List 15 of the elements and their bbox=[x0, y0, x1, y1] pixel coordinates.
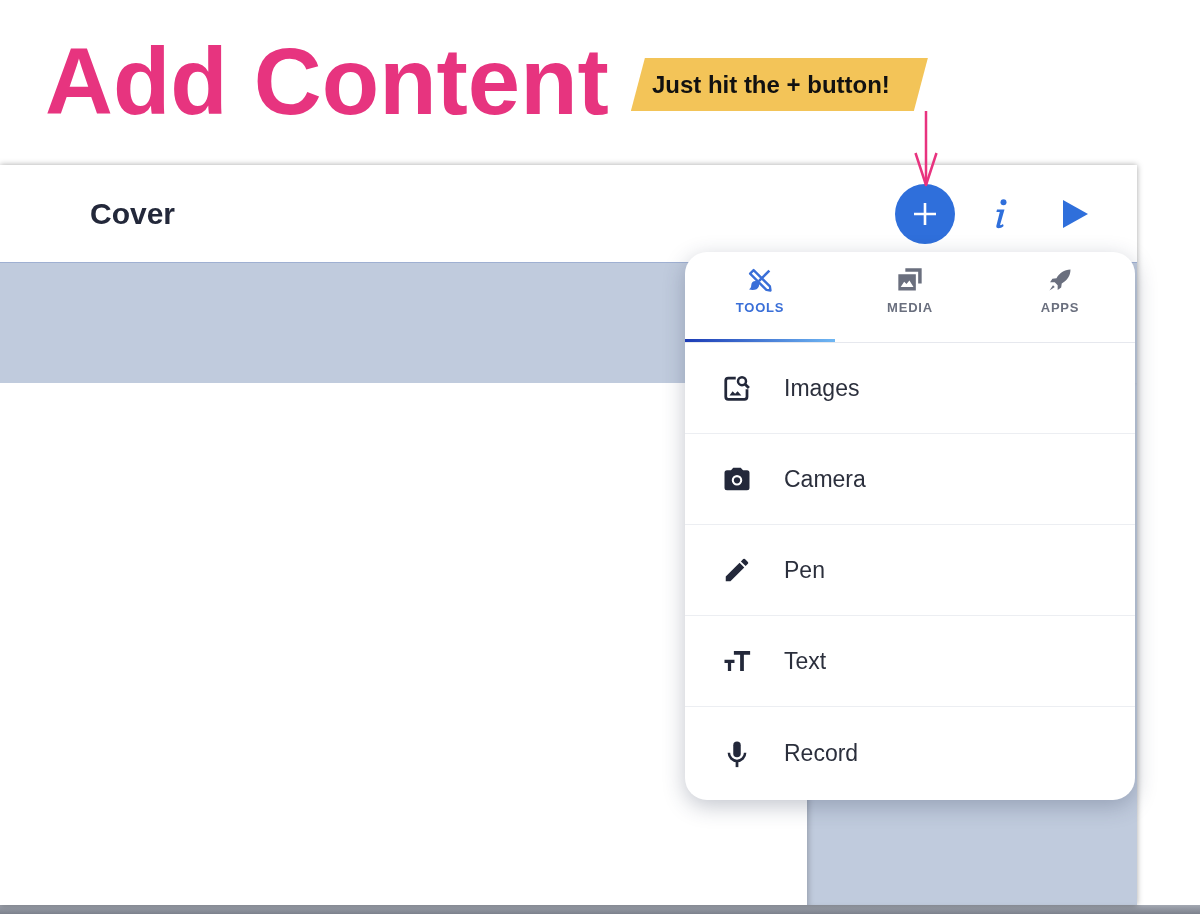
page-heading: Add Content bbox=[45, 35, 609, 129]
brush-pencil-icon bbox=[746, 266, 774, 294]
plus-icon bbox=[913, 201, 937, 226]
menu-item[interactable]: Images bbox=[685, 343, 1135, 434]
menu-item[interactable]: Text bbox=[685, 616, 1135, 707]
image-stack-icon bbox=[896, 266, 924, 294]
image-search-icon bbox=[722, 373, 752, 403]
callout-label: Just hit the + button! bbox=[630, 58, 928, 111]
menu-item[interactable]: Camera bbox=[685, 434, 1135, 525]
menu-item[interactable]: Pen bbox=[685, 525, 1135, 616]
menu-tab[interactable]: MEDIA bbox=[835, 252, 985, 342]
menu-tab[interactable]: APPS bbox=[985, 252, 1135, 342]
play-icon[interactable] bbox=[1063, 199, 1088, 228]
menu-item[interactable]: Record bbox=[685, 707, 1135, 800]
page-title: Cover bbox=[90, 196, 177, 231]
